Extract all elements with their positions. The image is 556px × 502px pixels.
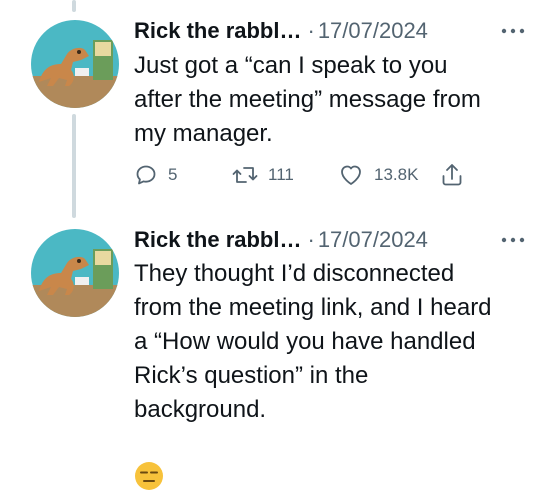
header-separator: · bbox=[307, 18, 315, 43]
more-horizontal-icon[interactable] bbox=[500, 27, 526, 35]
heart-icon bbox=[341, 165, 361, 185]
tweet-header: Rick the rabbl… · 17/07/2024 bbox=[134, 16, 428, 46]
avatar[interactable] bbox=[31, 20, 119, 108]
avatar[interactable] bbox=[31, 229, 119, 317]
tweet-text: Just got a “can I speak to you after the… bbox=[134, 52, 481, 147]
tweet-header: Rick the rabbl… · 17/07/2024 bbox=[134, 225, 428, 255]
like-count: 13.8K bbox=[374, 165, 419, 184]
reply-icon bbox=[136, 165, 156, 185]
timestamp[interactable]: 17/07/2024 bbox=[318, 227, 428, 253]
header-separator: · bbox=[307, 227, 315, 252]
thread-line-top bbox=[72, 0, 76, 12]
share-icon bbox=[442, 164, 462, 186]
reply-button[interactable]: 5 bbox=[134, 160, 177, 190]
tweet-text: They thought I’d disconnected from the m… bbox=[134, 260, 492, 423]
timestamp[interactable]: 17/07/2024 bbox=[318, 18, 428, 44]
more-horizontal-icon[interactable] bbox=[500, 236, 526, 244]
author-name[interactable]: Rick the rabbl… bbox=[134, 227, 301, 253]
retweet-count: 111 bbox=[268, 165, 294, 184]
like-button[interactable]: 13.8K bbox=[338, 160, 418, 190]
thread-line-middle bbox=[72, 114, 76, 218]
share-button[interactable] bbox=[440, 160, 464, 190]
retweet-button[interactable]: 111 bbox=[232, 160, 294, 190]
reply-count: 5 bbox=[168, 165, 178, 184]
retweet-icon bbox=[232, 167, 258, 183]
expressionless-face-emoji bbox=[135, 462, 163, 490]
author-name[interactable]: Rick the rabbl… bbox=[134, 18, 301, 44]
